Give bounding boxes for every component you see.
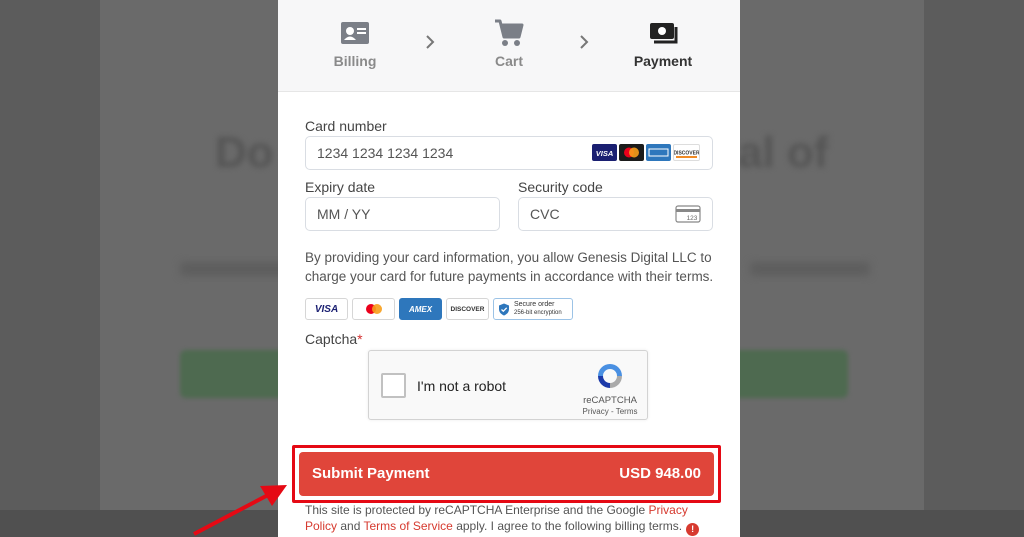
amex-logo bbox=[646, 144, 671, 161]
secure-order-badge: Secure order 256-bit encryption bbox=[493, 298, 573, 320]
terms-of-service-link[interactable]: Terms of Service bbox=[364, 519, 453, 533]
step-label: Cart bbox=[494, 53, 523, 69]
discover-logo: DISCOVER bbox=[673, 144, 700, 161]
chevron-right-icon bbox=[426, 35, 435, 49]
submit-highlight-box: Submit Payment USD 948.00 bbox=[292, 445, 721, 503]
step-billing[interactable]: Billing bbox=[315, 18, 395, 69]
recaptcha-privacy-terms-links[interactable]: Privacy - Terms bbox=[574, 407, 646, 416]
amex-badge: AMEX bbox=[399, 298, 442, 320]
payment-modal: Billing Cart Payment Card number 1234 12… bbox=[278, 0, 740, 537]
recaptcha-brand: reCAPTCHA bbox=[583, 395, 637, 406]
step-payment[interactable]: Payment bbox=[623, 18, 703, 69]
recaptcha-label: I'm not a robot bbox=[417, 378, 507, 394]
red-arrow-annotation bbox=[193, 485, 287, 536]
expiry-label: Expiry date bbox=[305, 179, 376, 195]
shield-check-icon bbox=[499, 303, 509, 315]
id-card-icon bbox=[341, 22, 369, 44]
background-heading-left: Do bbox=[215, 128, 274, 177]
card-number-label: Card number bbox=[305, 118, 387, 134]
required-asterisk: * bbox=[357, 331, 363, 347]
recaptcha-disclaimer: This site is protected by reCAPTCHA Ente… bbox=[305, 502, 720, 536]
step-label: Billing bbox=[333, 53, 377, 69]
chevron-right-icon bbox=[580, 35, 589, 49]
expiry-placeholder: MM / YY bbox=[317, 206, 371, 222]
card-authorization-notice: By providing your card information, you … bbox=[305, 250, 714, 284]
submit-payment-button[interactable]: Submit Payment USD 948.00 bbox=[299, 452, 714, 496]
submit-label: Submit Payment bbox=[312, 465, 430, 482]
recaptcha-logo-icon bbox=[598, 364, 622, 388]
captcha-label: Captcha* bbox=[305, 331, 363, 347]
submit-amount: USD 948.00 bbox=[619, 465, 701, 482]
shopping-cart-icon bbox=[495, 19, 524, 46]
svg-text:123: 123 bbox=[687, 215, 698, 222]
payment-card-icon bbox=[650, 23, 678, 44]
security-code-placeholder: CVC bbox=[530, 206, 560, 222]
visa-logo: VISA bbox=[592, 144, 617, 161]
mastercard-badge bbox=[352, 298, 395, 320]
recaptcha-checkbox[interactable] bbox=[381, 373, 406, 398]
svg-text:VISA: VISA bbox=[596, 149, 614, 158]
step-cart[interactable]: Cart bbox=[469, 18, 549, 69]
background-text-line bbox=[750, 262, 870, 276]
step-label: Payment bbox=[633, 53, 693, 69]
card-number-placeholder: 1234 1234 1234 1234 bbox=[317, 145, 454, 161]
checkout-steps: Billing Cart Payment bbox=[278, 0, 740, 92]
info-icon[interactable]: ! bbox=[686, 523, 700, 536]
discover-badge: DISCOVER bbox=[446, 298, 489, 320]
background-heading-right: al of bbox=[738, 128, 829, 177]
recaptcha-widget: I'm not a robot reCAPTCHA Privacy - Term… bbox=[368, 350, 648, 420]
visa-badge: VISA bbox=[305, 298, 348, 320]
cvc-card-icon: 123 bbox=[675, 205, 701, 223]
mastercard-logo bbox=[619, 144, 644, 161]
expiry-input[interactable]: MM / YY bbox=[305, 197, 500, 231]
svg-text:DISCOVER: DISCOVER bbox=[674, 151, 699, 157]
security-code-label: Security code bbox=[518, 179, 603, 195]
